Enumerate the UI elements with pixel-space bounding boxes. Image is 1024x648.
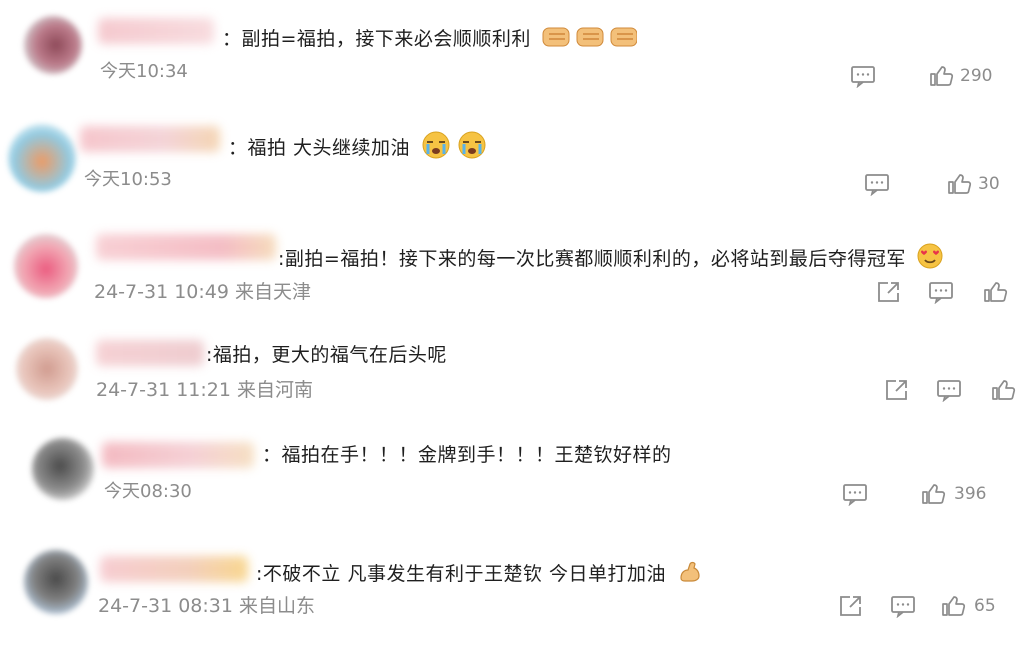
like-icon[interactable] <box>982 280 1008 304</box>
flexed-biceps-emoji-icon <box>677 558 703 591</box>
reply-icon[interactable] <box>928 280 954 304</box>
heart-eyes-emoji-icon <box>916 242 944 277</box>
like-count: 30 <box>978 174 1000 194</box>
avatar[interactable] <box>24 16 82 74</box>
comment-text: :副拍=福拍！接下来的每一次比赛都顺顺利利的，必将站到最后夺得冠军 <box>278 248 906 270</box>
comment-item-5: ：福拍在手！！！金牌到手！！！王楚钦好样的 今天08:30 396 <box>0 432 1024 536</box>
reply-icon[interactable] <box>842 482 868 506</box>
comment-text: ：福拍在手！！！金牌到手！！！王楚钦好样的 <box>262 444 672 466</box>
username-blurred[interactable] <box>100 556 248 582</box>
like-icon[interactable] <box>928 64 954 88</box>
comment-item-1: ：副拍=福拍，接下来必会顺顺利利 今天10:34 290 <box>0 0 1024 108</box>
comment-item-2: ：福拍 大头继续加油 今天10:53 30 <box>0 108 1024 216</box>
like-icon[interactable] <box>946 172 972 196</box>
avatar[interactable] <box>16 338 78 400</box>
like-count: 290 <box>960 66 993 86</box>
timestamp: 24-7-31 10:49 来自天津 <box>94 281 311 303</box>
comment-item-4: :福拍，更大的福气在后头呢 24-7-31 11:21 来自河南 <box>0 328 1024 432</box>
like-icon[interactable] <box>990 378 1016 402</box>
timestamp: 24-7-31 08:31 来自山东 <box>98 595 315 617</box>
share-icon[interactable] <box>876 280 902 304</box>
comment-text: ：副拍=福拍，接下来必会顺顺利利 <box>222 28 531 50</box>
timestamp: 24-7-31 11:21 来自河南 <box>96 379 313 401</box>
avatar[interactable] <box>8 124 76 192</box>
username-blurred[interactable] <box>80 126 220 152</box>
reply-icon[interactable] <box>890 594 916 618</box>
reply-icon[interactable] <box>864 172 890 196</box>
share-icon[interactable] <box>884 378 910 402</box>
reply-icon[interactable] <box>850 64 876 88</box>
like-icon[interactable] <box>940 594 966 618</box>
username-blurred[interactable] <box>96 340 204 366</box>
comment-text: :不破不立 凡事发生有利于王楚钦 今日单打加油 <box>256 563 666 585</box>
fist-emoji-icon <box>541 22 638 57</box>
reply-icon[interactable] <box>936 378 962 402</box>
comment-text: ：福拍 大头继续加油 <box>228 137 411 159</box>
username-blurred[interactable] <box>98 18 214 44</box>
comment-item-6: :不破不立 凡事发生有利于王楚钦 今日单打加油 24-7-31 08:31 来自… <box>0 536 1024 648</box>
like-icon[interactable] <box>920 482 946 506</box>
timestamp: 今天10:34 <box>100 61 188 82</box>
username-blurred[interactable] <box>96 234 276 260</box>
username-blurred[interactable] <box>102 442 254 468</box>
like-count: 396 <box>954 484 987 504</box>
crying-emoji-icon <box>421 130 491 167</box>
avatar[interactable] <box>24 550 88 614</box>
avatar[interactable] <box>32 438 94 500</box>
timestamp: 今天08:30 <box>104 481 192 502</box>
share-icon[interactable] <box>838 594 864 618</box>
timestamp: 今天10:53 <box>84 169 172 190</box>
avatar[interactable] <box>14 234 78 298</box>
comment-text: :福拍，更大的福气在后头呢 <box>206 344 447 366</box>
like-count: 65 <box>974 596 996 616</box>
comment-item-3: :副拍=福拍！接下来的每一次比赛都顺顺利利的，必将站到最后夺得冠军 24-7-3… <box>0 216 1024 328</box>
